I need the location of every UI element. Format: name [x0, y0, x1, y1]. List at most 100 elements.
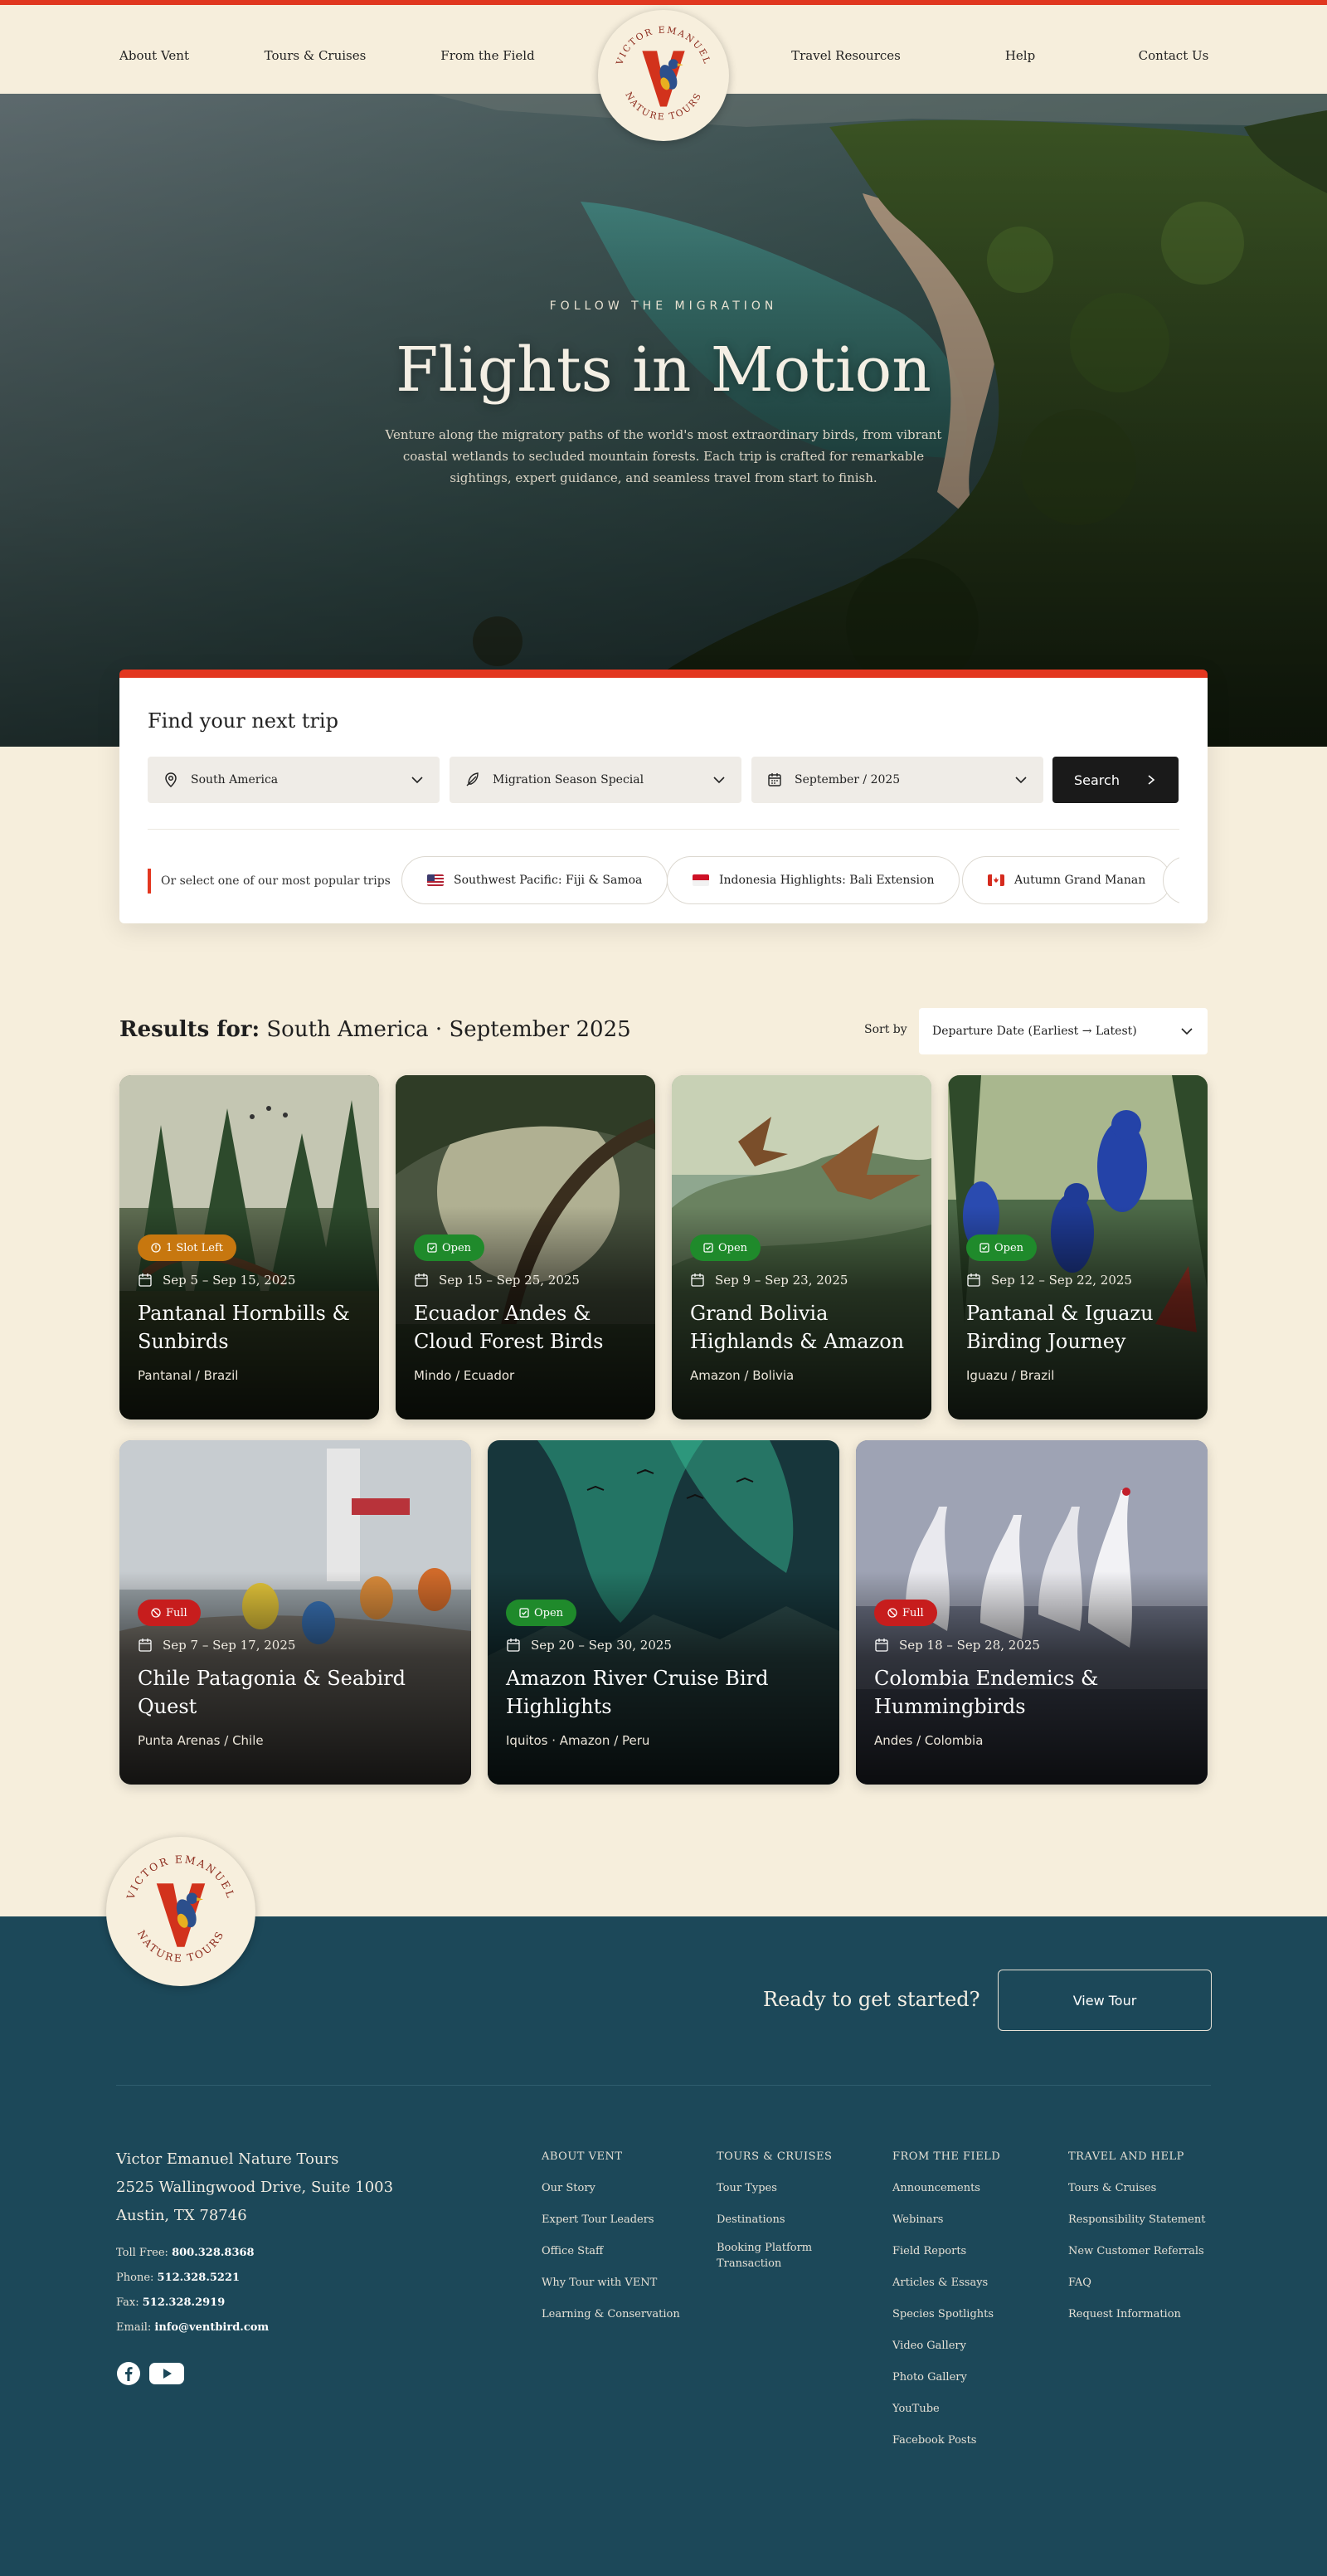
chevron-down-icon — [713, 777, 725, 784]
nav-help[interactable]: Help — [1005, 48, 1035, 63]
results-prefix: Results for: — [119, 1017, 260, 1042]
fax-label: Fax: — [116, 2296, 139, 2309]
calendar-icon — [691, 1273, 704, 1287]
status-badge-label: 1 Slot Left — [166, 1241, 224, 1254]
trip-card[interactable]: Full Sep 7 – Sep 17, 2025 Chile Patagoni… — [119, 1440, 471, 1785]
footer-link[interactable]: Learning & Conservation — [542, 2306, 680, 2322]
email: Email: info@ventbird.com — [116, 2321, 269, 2334]
location-pin-icon — [165, 772, 177, 788]
trip-card[interactable]: Open Sep 15 – Sep 25, 2025 Ecuador Andes… — [396, 1075, 655, 1419]
card-dates: Sep 12 – Sep 22, 2025 — [966, 1273, 1132, 1288]
popular-trip-pill[interactable] — [1163, 856, 1179, 904]
nav-tours-cruises[interactable]: Tours & Cruises — [265, 48, 367, 63]
footer-link[interactable]: Articles & Essays — [892, 2275, 988, 2291]
email-address[interactable]: info@ventbird.com — [154, 2321, 269, 2334]
toll-free: Toll Free: 800.328.8368 — [116, 2247, 255, 2259]
card-location: Punta Arenas / Chile — [138, 1733, 264, 1748]
sort-select[interactable]: Departure Date (Earliest → Latest) — [919, 1008, 1208, 1054]
nav-about-vent[interactable]: About Vent — [119, 48, 189, 63]
search-divider — [148, 829, 1179, 830]
footer-link[interactable]: New Customer Referrals — [1068, 2243, 1204, 2259]
trip-card[interactable]: Full Sep 18 – Sep 28, 2025 Colombia Ende… — [856, 1440, 1208, 1785]
footer-logo[interactable]: VICTOR EMANUEL NATURE TOURS — [106, 1837, 255, 1986]
nav-from-the-field[interactable]: From the Field — [440, 48, 534, 63]
youtube-icon[interactable] — [149, 2361, 184, 2389]
footer-link[interactable]: Our Story — [542, 2180, 595, 2196]
trip-card[interactable]: Open Sep 12 – Sep 22, 2025 Pantanal & Ig… — [948, 1075, 1208, 1419]
footer-link[interactable]: Video Gallery — [892, 2338, 966, 2354]
footer-link[interactable]: Responsibility Statement — [1068, 2212, 1205, 2228]
footer-link[interactable]: YouTube — [892, 2401, 940, 2417]
card-location: Mindo / Ecuador — [414, 1368, 515, 1383]
footer-link[interactable]: Announcements — [892, 2180, 980, 2196]
search-title: Find your next trip — [148, 709, 338, 733]
footer-link[interactable]: Tour Types — [717, 2180, 777, 2196]
check-square-icon — [979, 1243, 989, 1253]
card-location: Pantanal / Brazil — [138, 1368, 239, 1383]
popular-trip-label: Indonesia Highlights: Bali Extension — [719, 874, 935, 887]
card-title: Pantanal Hornbills & Sunbirds — [138, 1302, 350, 1353]
popular-trip-pill[interactable]: Autumn Grand Manan — [962, 856, 1172, 904]
card-location: Andes / Colombia — [874, 1733, 984, 1748]
alert-icon — [151, 1243, 161, 1253]
popular-trip-label: Southwest Pacific: Fiji & Samoa — [454, 874, 643, 887]
card-location: Iquitos · Amazon / Peru — [506, 1733, 650, 1748]
address-line-2: Austin, TX 78746 — [116, 2207, 247, 2224]
status-badge: Full — [874, 1600, 937, 1626]
card-dates: Sep 9 – Sep 23, 2025 — [690, 1273, 848, 1288]
footer-link[interactable]: Expert Tour Leaders — [542, 2212, 654, 2228]
trip-card[interactable]: Open Sep 20 – Sep 30, 2025 Amazon River … — [488, 1440, 839, 1785]
chevron-right-icon — [1148, 775, 1155, 785]
footer-link[interactable]: Destinations — [717, 2212, 785, 2228]
us-flag-icon — [427, 874, 444, 886]
brand-logo[interactable]: VICTOR EMANUEL NATURE TOURS — [598, 10, 729, 141]
facebook-icon[interactable] — [116, 2361, 141, 2389]
status-badge-label: Open — [442, 1241, 472, 1254]
footer-link[interactable]: Booking Platform Transaction — [717, 2240, 824, 2272]
view-tour-button[interactable]: View Tour — [998, 1970, 1212, 2031]
status-badge-label: Open — [994, 1241, 1024, 1254]
search-button-label: Search — [1074, 772, 1120, 788]
tour-type-select[interactable]: Migration Season Special — [450, 757, 741, 803]
calendar-icon — [415, 1273, 428, 1287]
popular-trip-pill[interactable]: Indonesia Highlights: Bali Extension — [667, 856, 960, 904]
popular-trip-pill[interactable]: Southwest Pacific: Fiji & Samoa — [401, 856, 668, 904]
search-button[interactable]: Search — [1052, 757, 1179, 803]
nav-contact-us[interactable]: Contact Us — [1139, 48, 1209, 63]
footer-col-head-field: FROM THE FIELD — [892, 2150, 1001, 2163]
card-dates: Sep 5 – Sep 15, 2025 — [138, 1273, 295, 1288]
calendar-icon — [139, 1639, 152, 1652]
card-title: Colombia Endemics & Hummingbirds — [874, 1667, 1099, 1718]
footer-link[interactable]: Office Staff — [542, 2243, 603, 2259]
nav-travel-resources[interactable]: Travel Resources — [791, 48, 901, 63]
phone-number[interactable]: 512.328.5221 — [158, 2272, 241, 2284]
footer-link[interactable]: Facebook Posts — [892, 2432, 976, 2448]
card-dates-text: Sep 15 – Sep 25, 2025 — [439, 1273, 580, 1288]
blocked-icon — [887, 1608, 897, 1618]
card-title: Chile Patagonia & Seabird Quest — [138, 1667, 406, 1718]
footer-link[interactable]: Webinars — [892, 2212, 943, 2228]
check-square-icon — [427, 1243, 437, 1253]
month-select[interactable]: September / 2025 — [751, 757, 1043, 803]
popular-trips-row: Southwest Pacific: Fiji & Samoa Indonesi… — [401, 856, 1179, 906]
status-badge: Open — [414, 1234, 485, 1261]
footer-link[interactable]: Request Information — [1068, 2306, 1181, 2322]
popular-trips-label: Or select one of our most popular trips — [148, 869, 391, 894]
footer-link[interactable]: Species Spotlights — [892, 2306, 994, 2322]
trip-card[interactable]: Open Sep 9 – Sep 23, 2025 Grand Bolivia … — [672, 1075, 931, 1419]
results-heading: Results for: South America · September 2… — [119, 1017, 631, 1042]
footer-link[interactable]: Tours & Cruises — [1068, 2180, 1156, 2196]
footer-link[interactable]: Field Reports — [892, 2243, 966, 2259]
card-dates-text: Sep 7 – Sep 17, 2025 — [163, 1638, 296, 1653]
toll-free-number[interactable]: 800.328.8368 — [172, 2247, 255, 2259]
region-select-value: South America — [191, 773, 279, 786]
phone-label: Phone: — [116, 2272, 154, 2284]
chevron-down-icon — [411, 777, 423, 784]
footer-col-head-travel: TRAVEL AND HELP — [1068, 2150, 1184, 2163]
footer-link[interactable]: Photo Gallery — [892, 2369, 967, 2385]
footer-link[interactable]: FAQ — [1068, 2275, 1091, 2291]
trip-card[interactable]: 1 Slot Left Sep 5 – Sep 15, 2025 Pantana… — [119, 1075, 379, 1419]
region-select[interactable]: South America — [148, 757, 440, 803]
status-badge-label: Full — [166, 1606, 187, 1619]
footer-link[interactable]: Why Tour with VENT — [542, 2275, 657, 2291]
